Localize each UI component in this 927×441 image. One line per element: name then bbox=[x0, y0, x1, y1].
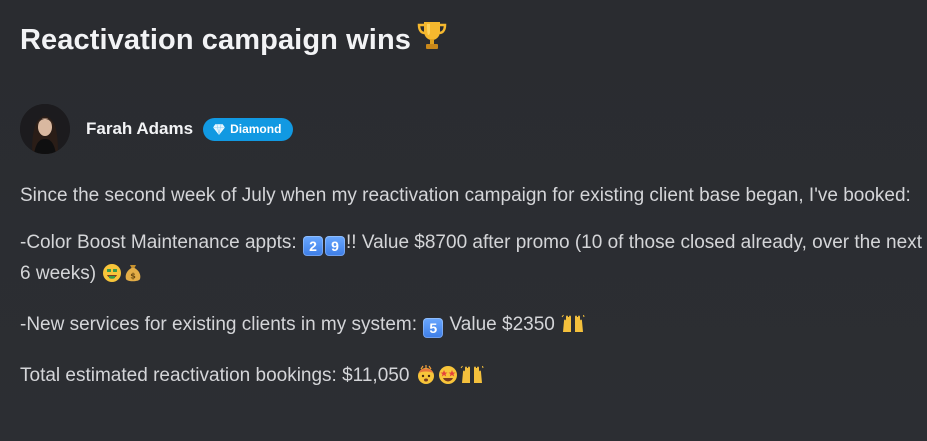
trophy-icon bbox=[415, 18, 449, 60]
money-mouth-face-icon bbox=[102, 262, 122, 293]
diamond-icon bbox=[213, 123, 225, 135]
star-struck-icon bbox=[438, 364, 458, 395]
keycap-digit-icon: 5 bbox=[423, 318, 444, 338]
svg-text:$: $ bbox=[131, 272, 137, 281]
member-badge-label: Diamond bbox=[230, 122, 282, 136]
total-label: Total estimated reactivation bookings: $… bbox=[20, 365, 415, 386]
paragraph-new-services: -New services for existing clients in my… bbox=[20, 309, 925, 344]
post-title: Reactivation campaign wins bbox=[20, 18, 449, 60]
paragraph-intro: Since the second week of July when my re… bbox=[20, 180, 925, 211]
member-badge: Diamond bbox=[203, 117, 294, 141]
keycap-digit-icon: 2 bbox=[303, 236, 323, 256]
author-row: Farah Adams Diamond bbox=[20, 104, 294, 154]
keycap-digit-icon: 9 bbox=[325, 236, 345, 256]
avatar[interactable] bbox=[20, 104, 70, 154]
author-name[interactable]: Farah Adams bbox=[86, 119, 193, 139]
intro-text: Since the second week of July when my re… bbox=[20, 185, 911, 206]
new-services-label: -New services for existing clients in my… bbox=[20, 314, 423, 335]
post-body: Since the second week of July when my re… bbox=[20, 180, 925, 411]
paragraph-color-boost: -Color Boost Maintenance appts: 2 9!! Val… bbox=[20, 227, 925, 293]
post-card: Reactivation campaign wins Farah Adams D… bbox=[0, 0, 927, 441]
money-bag-icon: $ bbox=[124, 262, 142, 293]
raising-hands-icon bbox=[460, 364, 484, 395]
new-services-details: Value $2350 bbox=[444, 314, 561, 335]
exploding-head-icon bbox=[416, 364, 436, 395]
paragraph-total: Total estimated reactivation bookings: $… bbox=[20, 360, 925, 395]
color-boost-label: -Color Boost Maintenance appts: bbox=[20, 232, 302, 253]
raising-hands-icon bbox=[561, 313, 585, 344]
post-title-text: Reactivation campaign wins bbox=[20, 24, 411, 56]
